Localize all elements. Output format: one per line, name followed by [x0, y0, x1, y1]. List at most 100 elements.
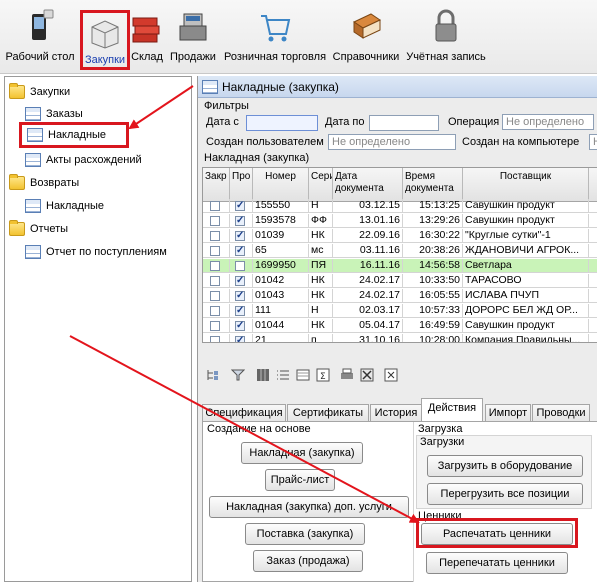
tab-specification[interactable]: Спецификация [202, 404, 286, 422]
cell-time: 13:29:26 [403, 214, 463, 228]
create-sale-order-button[interactable]: Заказ (продажа) [253, 550, 363, 572]
cell-number: 111 [253, 304, 309, 318]
closed-checkbox[interactable] [210, 216, 220, 226]
table-row[interactable]: 1699950 ПЯ 16.11.16 14:56:58 Светлара [203, 259, 597, 273]
posted-checkbox[interactable] [235, 244, 245, 257]
operation-select[interactable]: Не определено [502, 114, 594, 130]
closed-checkbox[interactable] [210, 231, 220, 241]
table-row[interactable]: 01039НК22.09.1616:30:22"Круглые сутки"-1 [203, 229, 597, 243]
date-to-field[interactable] [369, 115, 439, 131]
excel-export-icon[interactable] [360, 368, 374, 382]
tab-postings[interactable]: Проводки [532, 404, 590, 422]
posted-cell [230, 334, 253, 342]
toolbar-retail-button[interactable]: Розничная торговля [220, 4, 330, 68]
tab-actions[interactable]: Действия [421, 398, 483, 422]
posted-cell [230, 274, 253, 288]
table-row[interactable]: 155550Н03.12.1515:13:25Савушкин продукт [203, 199, 597, 213]
cell-supplier: "Круглые сутки"-1 [463, 229, 589, 243]
table-row[interactable]: 01044НК05.04.1716:49:59Савушкин продукт [203, 319, 597, 333]
columns-icon[interactable] [296, 368, 310, 382]
closed-checkbox[interactable] [210, 201, 220, 211]
grid-view-icon[interactable] [256, 368, 270, 382]
closed-checkbox[interactable] [210, 321, 220, 331]
tree-view-icon[interactable] [206, 368, 220, 382]
table-row[interactable]: 01042НК24.02.1710:33:50ТАРАСОВО [203, 274, 597, 288]
col-series[interactable]: Сери [309, 168, 333, 202]
posted-checkbox[interactable] [235, 229, 245, 242]
table-icon [27, 128, 43, 142]
posted-checkbox[interactable] [235, 214, 245, 227]
tree-group-label: Закупки [30, 86, 71, 98]
posted-cell [230, 319, 253, 333]
posted-checkbox[interactable] [235, 319, 245, 332]
reprint-price-tags-button[interactable]: Перепечатать ценники [426, 552, 568, 574]
create-invoice-button[interactable]: Накладная (закупка) [241, 442, 363, 464]
create-supply-button[interactable]: Поставка (закупка) [245, 523, 365, 545]
cell-supplier: Светлара [463, 259, 589, 273]
table-row[interactable]: 111Н02.03.1710:57:33ДОРОРС БЕЛ ЖД ОР... [203, 304, 597, 318]
tree-item-label: Заказы [46, 108, 83, 120]
list-icon[interactable] [276, 368, 290, 382]
posted-checkbox[interactable] [235, 289, 245, 302]
closed-checkbox[interactable] [210, 276, 220, 286]
col-closed[interactable]: Закр [203, 168, 230, 202]
tab-certificates[interactable]: Сертификаты [287, 404, 369, 422]
posted-checkbox[interactable] [235, 334, 245, 342]
cell-number: 01039 [253, 229, 309, 243]
tab-import[interactable]: Импорт [485, 404, 531, 422]
sum-icon[interactable]: Σ [316, 368, 330, 382]
closed-checkbox[interactable] [210, 306, 220, 316]
table-row[interactable]: 21п31.10.1610:28:00Компания Правильны... [203, 334, 597, 342]
export-icon[interactable] [384, 368, 398, 382]
folder-icon [9, 220, 25, 236]
table-row[interactable]: 1593578ФФ13.01.1613:29:26Савушкин продук… [203, 214, 597, 228]
reload-all-positions-button[interactable]: Перегрузить все позиции [427, 483, 583, 505]
create-section-label: Создание на основе [207, 423, 311, 435]
table-row[interactable]: 01043НК24.02.1716:05:55ИСЛАВА ПЧУП [203, 289, 597, 303]
tree-item-invoices[interactable]: Накладные [19, 122, 129, 148]
date-to-label: Дата по [325, 116, 365, 128]
print-price-tags-button[interactable]: Распечатать ценники [421, 523, 573, 545]
toolbar-account-button[interactable]: Учётная запись [404, 4, 488, 68]
created-pc-select[interactable]: Не определе [589, 134, 597, 150]
posted-checkbox[interactable] [235, 199, 245, 212]
grid-header: Закр Про Номер Сери Дата документа Время… [203, 168, 597, 202]
filter-icon[interactable] [231, 368, 245, 382]
col-doc-time[interactable]: Время документа [403, 168, 463, 202]
col-supplier[interactable]: Поставщик [463, 168, 589, 202]
created-pc-label: Создан на компьютере [462, 136, 580, 148]
tree-item-label: Накладные [46, 200, 105, 212]
posted-checkbox[interactable] [235, 304, 245, 317]
window-title-bar: Накладные (закупка) [198, 76, 597, 98]
toolbar-purchases-button[interactable]: Закупки [80, 10, 130, 70]
col-posted[interactable]: Про [230, 168, 253, 202]
load-to-equipment-button[interactable]: Загрузить в оборудование [427, 455, 583, 477]
closed-checkbox[interactable] [210, 291, 220, 301]
posted-checkbox[interactable] [235, 261, 245, 271]
toolbar-references-button[interactable]: Справочники [330, 4, 402, 68]
cell-time: 20:38:26 [403, 244, 463, 258]
table-row[interactable]: 65мс03.11.1620:38:26ЖДАНОВИЧИ АГРОК... [203, 244, 597, 258]
cell-supplier: ТАРАСОВО [463, 274, 589, 288]
closed-checkbox[interactable] [210, 246, 220, 256]
toolbar-warehouse-button[interactable]: Склад [130, 4, 164, 68]
create-price-list-button[interactable]: Прайс-лист [265, 469, 335, 491]
col-doc-date[interactable]: Дата документа [333, 168, 403, 202]
cell-date: 24.02.17 [333, 289, 403, 303]
cell-time: 14:56:58 [403, 259, 463, 273]
create-invoice-services-button[interactable]: Накладная (закупка) доп. услуги [209, 496, 409, 518]
toolbar-desktop-button[interactable]: Рабочий стол [2, 4, 78, 68]
tab-history[interactable]: История [370, 404, 422, 422]
date-from-field[interactable] [246, 115, 318, 131]
cell-number: 01043 [253, 289, 309, 303]
cell-time: 16:05:55 [403, 289, 463, 303]
col-number[interactable]: Номер [253, 168, 309, 202]
window-title: Накладные (закупка) [222, 80, 339, 94]
closed-checkbox[interactable] [210, 336, 220, 342]
closed-cell [203, 289, 230, 303]
print-icon[interactable] [340, 368, 354, 382]
created-user-select[interactable]: Не определено [328, 134, 456, 150]
posted-checkbox[interactable] [235, 274, 245, 287]
closed-checkbox[interactable] [210, 261, 220, 271]
toolbar-sales-button[interactable]: Продажи [168, 4, 218, 68]
